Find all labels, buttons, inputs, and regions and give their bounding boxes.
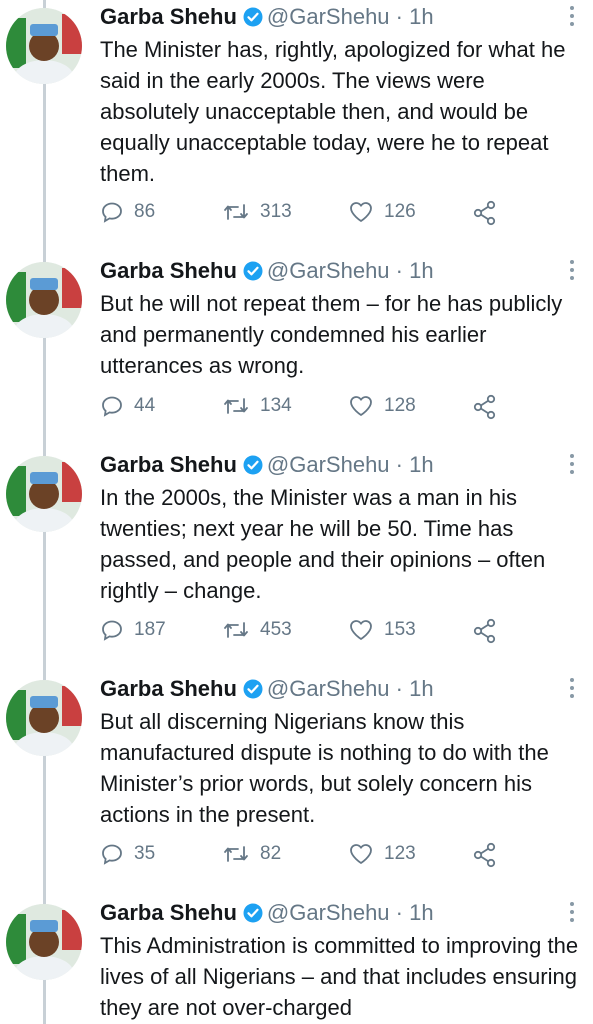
share-icon	[472, 394, 498, 420]
share-button[interactable]	[472, 618, 498, 644]
author-name[interactable]: Garba Shehu	[100, 676, 237, 701]
like-button[interactable]: 153	[348, 618, 416, 642]
reply-count: 86	[134, 201, 156, 222]
retweet-icon	[222, 200, 250, 224]
like-icon	[348, 618, 374, 642]
reply-button[interactable]: 86	[100, 200, 155, 224]
separator-dot: ·	[395, 900, 403, 925]
tweet-header: Garba Shehu @GarShehu · 1h	[100, 900, 434, 929]
retweet-button[interactable]: 313	[222, 200, 292, 224]
timestamp[interactable]: 1h	[409, 900, 433, 925]
retweet-button[interactable]: 82	[222, 842, 281, 866]
reply-count: 35	[134, 843, 156, 864]
reply-button[interactable]: 187	[100, 618, 166, 642]
tweet-text: This Administration is committed to impr…	[100, 933, 579, 1020]
avatar[interactable]	[6, 8, 82, 84]
tweet-text: The Minister has, rightly, apologized fo…	[100, 37, 566, 186]
tweet-header: Garba Shehu @GarShehu · 1h	[100, 676, 434, 705]
retweet-icon	[222, 618, 250, 642]
like-count: 128	[384, 395, 416, 416]
like-button[interactable]: 128	[348, 394, 416, 418]
tweet-header: Garba Shehu @GarShehu · 1h	[100, 258, 434, 287]
tweet-header: Garba Shehu @GarShehu · 1h	[100, 452, 434, 481]
timestamp[interactable]: 1h	[409, 258, 433, 283]
separator-dot: ·	[395, 452, 403, 477]
retweet-icon	[222, 842, 250, 866]
avatar[interactable]	[6, 680, 82, 756]
like-icon	[348, 200, 374, 224]
like-count: 153	[384, 619, 416, 640]
separator-dot: ·	[395, 258, 403, 283]
reply-icon	[100, 394, 124, 418]
reply-icon	[100, 200, 124, 224]
timestamp[interactable]: 1h	[409, 4, 433, 29]
reply-count: 44	[134, 395, 156, 416]
author-name[interactable]: Garba Shehu	[100, 258, 237, 283]
reply-button[interactable]: 44	[100, 394, 155, 418]
tweet-4[interactable]: Garba Shehu @GarShehu · 1h But all discer…	[0, 672, 593, 892]
share-icon	[472, 842, 498, 868]
author-handle[interactable]: @GarShehu	[267, 4, 390, 29]
tweet-text: But all discerning Nigerians know this m…	[100, 709, 549, 827]
verified-badge-icon	[243, 455, 263, 481]
tweet-actions: 44 134 128	[100, 394, 520, 422]
author-handle[interactable]: @GarShehu	[267, 900, 390, 925]
separator-dot: ·	[395, 676, 403, 701]
tweet-actions: 187 453 153	[100, 618, 520, 646]
tweet-text: But he will not repeat them – for he has…	[100, 291, 563, 378]
reply-count: 187	[134, 619, 166, 640]
tweet-actions: 86 313 126	[100, 200, 520, 228]
tweet-3[interactable]: Garba Shehu @GarShehu · 1h In the 2000s, …	[0, 448, 593, 668]
share-icon	[472, 618, 498, 644]
tweet-text: In the 2000s, the Minister was a man in …	[100, 485, 546, 603]
like-count: 126	[384, 201, 416, 222]
share-button[interactable]	[472, 394, 498, 420]
avatar[interactable]	[6, 456, 82, 532]
retweet-button[interactable]: 134	[222, 394, 292, 418]
separator-dot: ·	[395, 4, 403, 29]
like-icon	[348, 394, 374, 418]
more-options-icon[interactable]	[569, 678, 575, 702]
verified-badge-icon	[243, 7, 263, 33]
tweet-5[interactable]: Garba Shehu @GarShehu · 1h This Administr…	[0, 896, 593, 1024]
retweet-count: 313	[260, 201, 292, 222]
avatar[interactable]	[6, 262, 82, 338]
share-button[interactable]	[472, 200, 498, 226]
reply-icon	[100, 842, 124, 866]
avatar[interactable]	[6, 904, 82, 980]
like-icon	[348, 842, 374, 866]
share-icon	[472, 200, 498, 226]
like-button[interactable]: 126	[348, 200, 416, 224]
retweet-count: 453	[260, 619, 292, 640]
more-options-icon[interactable]	[569, 6, 575, 30]
author-name[interactable]: Garba Shehu	[100, 900, 237, 925]
timestamp[interactable]: 1h	[409, 676, 433, 701]
tweet-header: Garba Shehu @GarShehu · 1h	[100, 4, 434, 33]
tweet-1[interactable]: Garba Shehu @GarShehu · 1h The Minister h…	[0, 0, 593, 250]
timestamp[interactable]: 1h	[409, 452, 433, 477]
retweet-count: 134	[260, 395, 292, 416]
author-handle[interactable]: @GarShehu	[267, 452, 390, 477]
retweet-count: 82	[260, 843, 282, 864]
tweet-2[interactable]: Garba Shehu @GarShehu · 1h But he will no…	[0, 254, 593, 444]
retweet-button[interactable]: 453	[222, 618, 292, 642]
reply-icon	[100, 618, 124, 642]
share-button[interactable]	[472, 842, 498, 868]
author-name[interactable]: Garba Shehu	[100, 452, 237, 477]
verified-badge-icon	[243, 261, 263, 287]
verified-badge-icon	[243, 903, 263, 929]
retweet-icon	[222, 394, 250, 418]
more-options-icon[interactable]	[569, 902, 575, 926]
reply-button[interactable]: 35	[100, 842, 155, 866]
author-name[interactable]: Garba Shehu	[100, 4, 237, 29]
tweet-actions: 35 82 123	[100, 842, 520, 870]
more-options-icon[interactable]	[569, 454, 575, 478]
like-button[interactable]: 123	[348, 842, 416, 866]
like-count: 123	[384, 843, 416, 864]
author-handle[interactable]: @GarShehu	[267, 258, 390, 283]
author-handle[interactable]: @GarShehu	[267, 676, 390, 701]
verified-badge-icon	[243, 679, 263, 705]
more-options-icon[interactable]	[569, 260, 575, 284]
